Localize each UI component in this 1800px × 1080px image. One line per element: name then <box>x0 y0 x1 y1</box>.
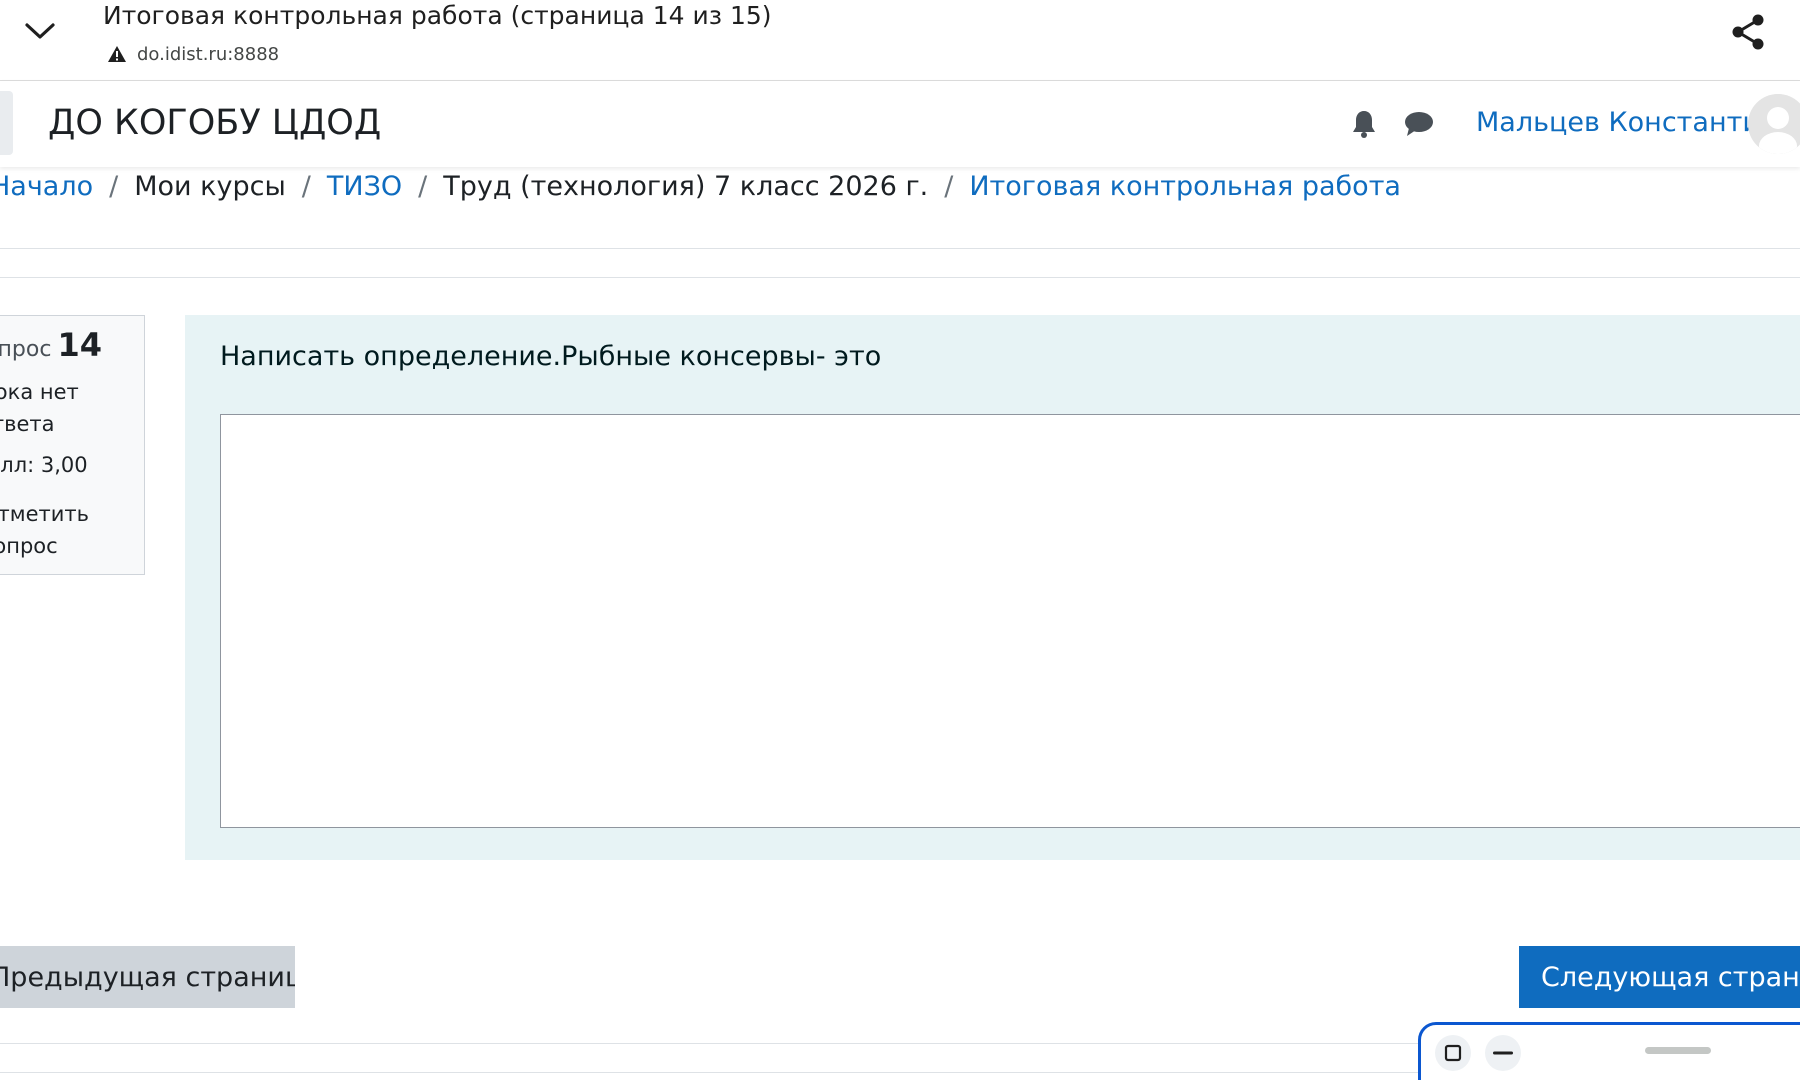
breadcrumb-item-quiz[interactable]: Итоговая контрольная работа <box>969 171 1401 202</box>
question-number: 14 <box>57 326 102 364</box>
chevron-down-icon <box>25 23 55 39</box>
next-page-label: Следующая страница <box>1541 961 1800 993</box>
previous-page-label: Предыдущая страница <box>0 961 295 993</box>
browser-url-text: do.idist.ru:8888 <box>137 43 280 65</box>
question-info-panel: Вопрос14 Пока нет ответа Балл: 3,00 Отме… <box>0 315 145 575</box>
drag-handle[interactable] <box>1645 1047 1711 1054</box>
divider <box>0 248 1800 249</box>
site-name[interactable]: ДО КОГОБУ ЦДОД <box>48 101 381 145</box>
collapse-button[interactable] <box>18 14 62 48</box>
breadcrumb-item-my-courses: Мои курсы <box>134 170 286 202</box>
question-content: Написать определение.Рыбные консервы- эт… <box>185 315 1800 860</box>
browser-url-bar[interactable]: do.idist.ru:8888 <box>107 42 279 66</box>
share-icon <box>1732 14 1764 50</box>
bell-icon <box>1353 111 1375 138</box>
breadcrumb-separator: / <box>109 170 119 202</box>
chat-bubble-icon <box>1405 112 1433 136</box>
page: Итоговая контрольная работа (страница 14… <box>0 0 1800 1080</box>
breadcrumb-item-course: Труд (технология) 7 класс 2026 г. <box>443 170 929 202</box>
avatar-icon <box>1748 94 1800 154</box>
user-menu-name[interactable]: Мальцев Константин <box>1476 105 1778 141</box>
breadcrumb-separator: / <box>301 170 311 202</box>
messages-button[interactable] <box>1402 107 1436 141</box>
warning-triangle-icon <box>108 46 126 62</box>
divider <box>0 277 1800 278</box>
share-button[interactable] <box>1726 10 1770 54</box>
floating-window-controls <box>1418 1022 1800 1080</box>
square-icon <box>1444 1044 1462 1062</box>
next-page-button[interactable]: Следующая страница <box>1519 946 1800 1008</box>
question-number-line: Вопрос14 <box>0 326 102 364</box>
question-state: Пока нет ответа <box>0 380 79 436</box>
maximize-button[interactable] <box>1435 1035 1471 1071</box>
question-label: Вопрос <box>0 337 52 362</box>
browser-toolbar: Итоговая контрольная работа (страница 14… <box>0 0 1800 81</box>
site-header: ДО КОГОБУ ЦДОД Мальцев Константин <box>0 81 1800 167</box>
breadcrumb-separator: / <box>944 170 954 202</box>
answer-textarea[interactable] <box>220 414 1800 828</box>
question-grade: Балл: 3,00 <box>0 453 88 477</box>
browser-page-title: Итоговая контрольная работа (страница 14… <box>103 1 772 30</box>
notifications-button[interactable] <box>1348 107 1380 141</box>
minus-icon <box>1493 1051 1513 1055</box>
breadcrumb-separator: / <box>418 170 428 202</box>
breadcrumb-item-home[interactable]: Начало <box>0 171 93 202</box>
breadcrumb: Начало / Мои курсы / ТИЗО / Труд (технол… <box>0 166 1401 206</box>
flag-question-toggle[interactable]: Отметить вопрос <box>0 498 131 562</box>
previous-page-button[interactable]: Предыдущая страница <box>0 946 295 1008</box>
user-avatar[interactable] <box>1748 94 1800 154</box>
question-text: Написать определение.Рыбные консервы- эт… <box>220 341 882 372</box>
breadcrumb-item-category[interactable]: ТИЗО <box>327 171 402 202</box>
drawer-toggle-edge[interactable] <box>0 91 13 155</box>
minimize-button[interactable] <box>1485 1035 1521 1071</box>
